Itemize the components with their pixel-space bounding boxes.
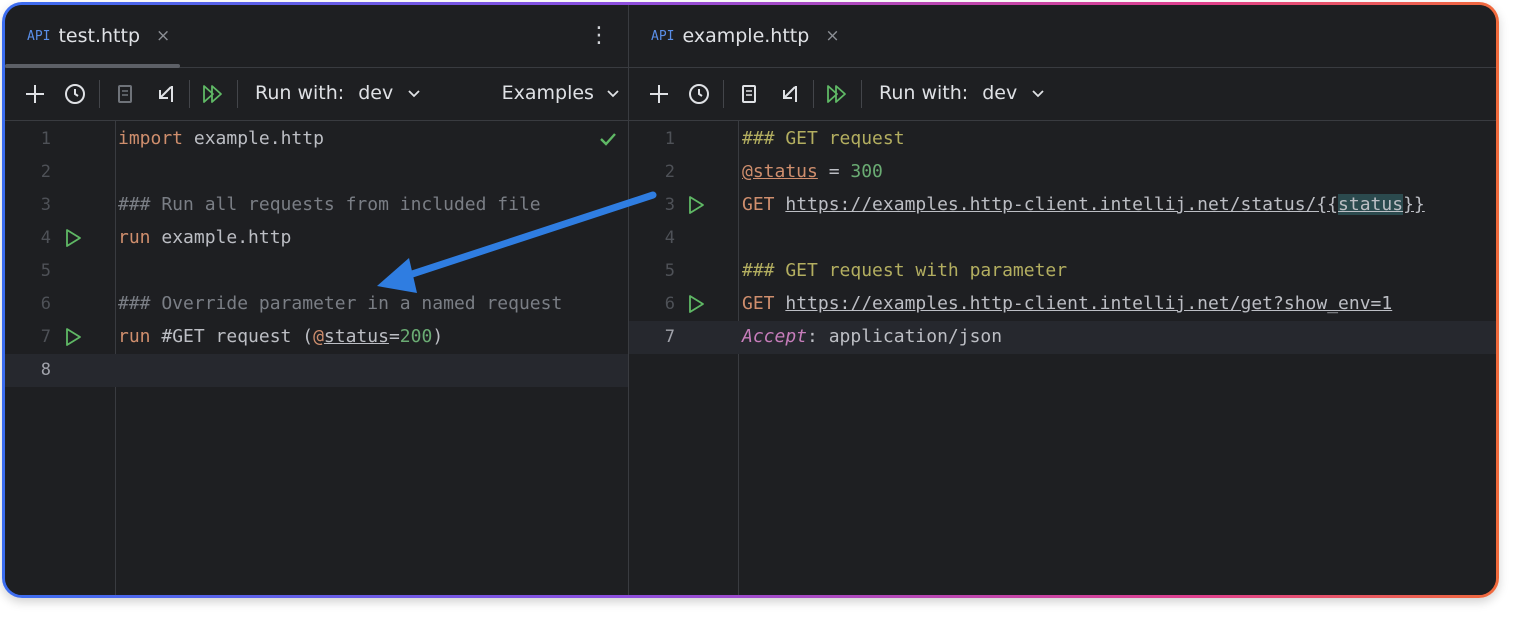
run-icon[interactable] (686, 294, 706, 314)
code-line[interactable]: 7 run #GET request (@status=200) (5, 321, 628, 354)
code-line[interactable]: 1 import example.http (5, 123, 628, 156)
line-number: 5 (40, 261, 51, 281)
chevron-down-icon (607, 90, 619, 98)
code-text: Accept: application/json (742, 326, 1003, 347)
line-number: 2 (664, 162, 675, 182)
chevron-down-icon (408, 90, 420, 98)
code-line[interactable]: 1 ### GET request (629, 123, 1496, 156)
line-number: 6 (40, 294, 51, 314)
import-icon[interactable] (777, 82, 801, 106)
line-number: 1 (40, 129, 51, 149)
line-number: 3 (664, 195, 675, 215)
code-text: GET https://examples.http-client.intelli… (742, 293, 1393, 314)
line-number: 8 (40, 360, 51, 380)
code-line-current[interactable]: 7 Accept: application/json (629, 321, 1496, 354)
check-icon (600, 133, 616, 146)
more-options-icon[interactable]: ⋮ (588, 23, 610, 48)
close-icon[interactable]: × (825, 26, 839, 46)
toolbar-separator (99, 80, 100, 108)
copy-request-icon[interactable] (113, 82, 137, 106)
run-all-icon[interactable] (825, 82, 849, 106)
code-line[interactable]: 3 GET https://examples.http-client.intel… (629, 189, 1496, 222)
line-number: 3 (40, 195, 51, 215)
line-number: 1 (664, 129, 675, 149)
run-with-label: Run with: (879, 82, 969, 104)
tab-label: example.http (682, 25, 810, 47)
left-editor-pane: API test.http × ⋮ Run with: dev Examples… (5, 5, 629, 595)
toolbar-separator (189, 80, 190, 108)
run-icon[interactable] (63, 327, 83, 347)
ide-window: API test.http × ⋮ Run with: dev Examples… (5, 5, 1496, 595)
right-toolbar: Run with: dev (629, 68, 1496, 121)
left-tab-bar: API test.http × ⋮ (5, 5, 628, 68)
code-line[interactable]: 5 (5, 255, 628, 288)
code-line[interactable]: 6 ### Override parameter in a named requ… (5, 288, 628, 321)
code-text: run #GET request (@status=200) (118, 326, 444, 347)
line-number: 2 (40, 162, 51, 182)
toolbar-separator (861, 80, 862, 108)
api-file-icon: API (651, 28, 675, 44)
code-comment: ### Override parameter in a named reques… (118, 293, 563, 314)
request-header-comment: ### GET request (742, 128, 905, 149)
code-line[interactable]: 5 ### GET request with parameter (629, 255, 1496, 288)
left-toolbar: Run with: dev Examples (5, 68, 628, 121)
run-with-env-selector[interactable]: Run with: dev (255, 82, 421, 104)
code-text: run example.http (118, 227, 292, 248)
request-url: https://examples.http-client.intellij.ne… (785, 293, 1393, 314)
code-line[interactable]: 4 (629, 222, 1496, 255)
window-frame: API test.http × ⋮ Run with: dev Examples… (2, 2, 1499, 598)
line-number: 7 (664, 327, 675, 347)
toolbar-separator (813, 80, 814, 108)
code-line[interactable]: 6 GET https://examples.http-client.intel… (629, 288, 1496, 321)
right-editor-pane: API example.http × Run with: dev 1 ### G… (629, 5, 1496, 595)
run-icon[interactable] (63, 228, 83, 248)
env-value: dev (982, 82, 1018, 104)
code-line[interactable]: 3 ### Run all requests from included fil… (5, 189, 628, 222)
code-line[interactable]: 4 run example.http (5, 222, 628, 255)
request-url: https://examples.http-client.intellij.ne… (785, 194, 1339, 215)
history-icon[interactable] (63, 82, 87, 106)
tab-test-http[interactable]: API test.http × (5, 5, 170, 67)
run-all-icon[interactable] (201, 82, 225, 106)
code-text: @status = 300 (742, 161, 883, 182)
code-line[interactable]: 2 (5, 156, 628, 189)
line-number: 4 (664, 228, 675, 248)
toolbar-separator (237, 80, 238, 108)
run-with-env-selector[interactable]: Run with: dev (879, 82, 1045, 104)
close-icon[interactable]: × (156, 26, 170, 46)
add-icon[interactable] (647, 82, 671, 106)
env-value: dev (358, 82, 394, 104)
examples-label: Examples (501, 82, 594, 104)
line-number: 5 (664, 261, 675, 281)
request-header-comment: ### GET request with parameter (742, 260, 1068, 281)
right-tab-bar: API example.http × (629, 5, 1496, 68)
chevron-down-icon (1032, 90, 1044, 98)
line-number: 6 (664, 294, 675, 314)
examples-dropdown[interactable]: Examples (502, 82, 620, 104)
code-line-current[interactable]: 8 (5, 354, 628, 387)
copy-request-icon[interactable] (737, 82, 761, 106)
left-code-editor[interactable]: 1 import example.http 2 3 ### Run all re… (5, 121, 628, 595)
tab-label: test.http (58, 25, 141, 47)
toolbar-separator (723, 80, 724, 108)
line-number: 4 (40, 228, 51, 248)
add-icon[interactable] (23, 82, 47, 106)
api-file-icon: API (27, 28, 51, 44)
code-line[interactable]: 2 @status = 300 (629, 156, 1496, 189)
run-with-label: Run with: (255, 82, 345, 104)
code-text: import example.http (118, 128, 324, 149)
line-number: 7 (40, 327, 51, 347)
right-code-editor[interactable]: 1 ### GET request 2 @status = 300 3 GET … (629, 121, 1496, 595)
code-text: GET https://examples.http-client.intelli… (742, 194, 1425, 215)
tab-example-http[interactable]: API example.http × (629, 5, 840, 67)
code-comment: ### Run all requests from included file (118, 194, 541, 215)
history-icon[interactable] (687, 82, 711, 106)
import-icon[interactable] (153, 82, 177, 106)
run-icon[interactable] (686, 195, 706, 215)
